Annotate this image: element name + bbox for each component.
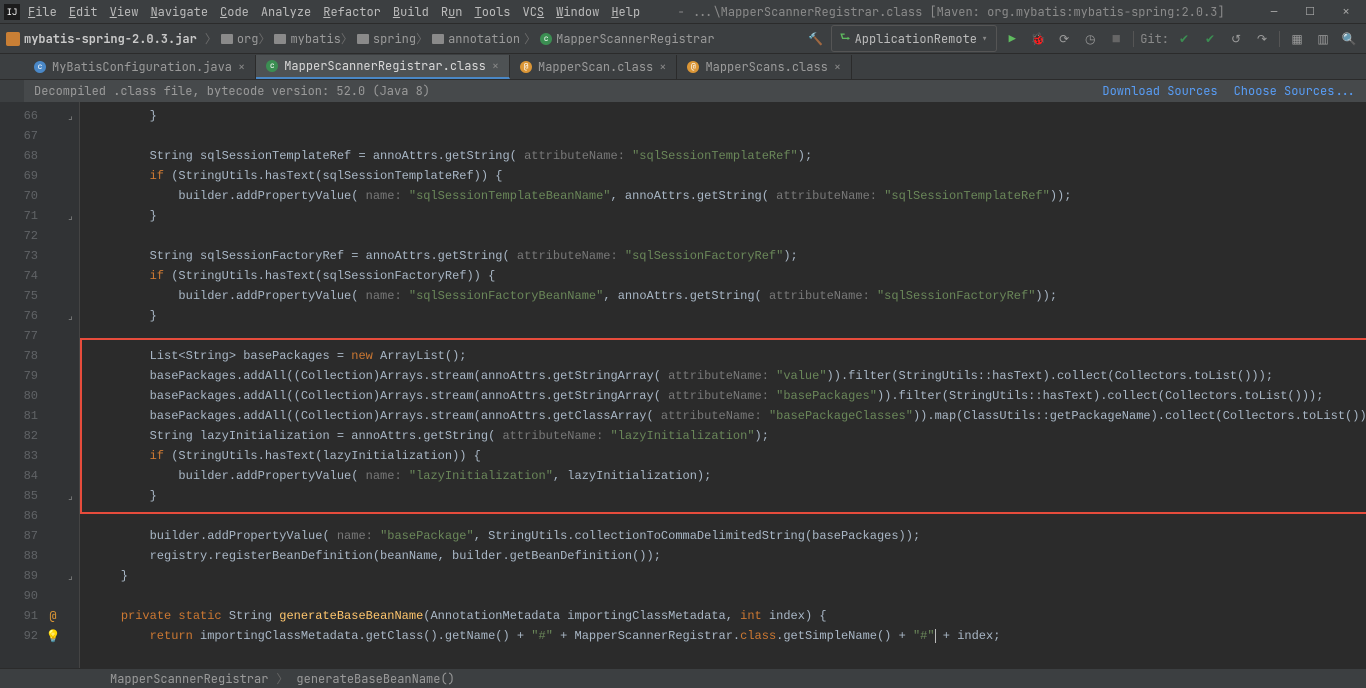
breadcrumb-jar[interactable]: mybatis-spring-2.0.3.jar xyxy=(24,31,197,47)
chevron-down-icon: ▾ xyxy=(981,31,988,47)
download-sources-link[interactable]: Download Sources xyxy=(1102,83,1217,99)
tab-close-icon[interactable]: × xyxy=(834,59,841,75)
window-minimize-icon[interactable]: — xyxy=(1258,5,1290,19)
menu-tools[interactable]: Tools xyxy=(471,2,515,22)
folder-icon xyxy=(432,34,444,44)
menu-bar: IJ File Edit View Navigate Code Analyze … xyxy=(0,0,1366,24)
coverage-icon[interactable]: ⟳ xyxy=(1053,31,1075,47)
vcs-update-icon[interactable]: ✔ xyxy=(1173,31,1195,47)
debug-icon[interactable]: 🐞 xyxy=(1027,31,1049,47)
line-number-gutter[interactable]: 6667686970717273747576777879808182838485… xyxy=(0,102,44,668)
menu-navigate[interactable]: Navigate xyxy=(146,2,212,22)
code-editor[interactable]: 6667686970717273747576777879808182838485… xyxy=(0,102,1366,668)
choose-sources-link[interactable]: Choose Sources... xyxy=(1234,83,1356,99)
search-icon[interactable]: 🔍 xyxy=(1338,31,1360,47)
editor-tab[interactable]: c MapperScannerRegistrar.class × xyxy=(256,55,510,79)
profile-icon[interactable]: ◷ xyxy=(1079,31,1101,47)
code-area[interactable]: } String sqlSessionTemplateRef = annoAtt… xyxy=(80,102,1366,668)
annotation-icon: @ xyxy=(520,61,532,73)
class-icon: c xyxy=(34,61,46,73)
menu-file[interactable]: File xyxy=(24,2,61,22)
menu-help[interactable]: Help xyxy=(607,2,644,22)
navigation-bar: mybatis-spring-2.0.3.jar 〉org〉mybatis〉sp… xyxy=(0,24,1366,54)
intention-bulb-icon[interactable]: 💡 xyxy=(46,628,61,644)
menu-window[interactable]: Window xyxy=(552,2,603,22)
tab-label: MyBatisConfiguration.java xyxy=(52,59,232,75)
status-bar: MapperScannerRegistrar 〉 generateBaseBea… xyxy=(0,668,1366,688)
tab-label: MapperScan.class xyxy=(538,59,653,75)
menu-code[interactable]: Code xyxy=(216,2,253,22)
jar-icon xyxy=(6,32,20,46)
window-close-icon[interactable]: ✕ xyxy=(1330,5,1362,19)
run-icon[interactable]: ▶ xyxy=(1001,31,1023,47)
class-icon: c xyxy=(540,33,552,45)
folder-icon xyxy=(221,34,233,44)
breadcrumb-segment[interactable]: spring xyxy=(373,31,416,47)
tab-close-icon[interactable]: × xyxy=(492,58,499,74)
app-logo: IJ xyxy=(4,4,20,20)
breadcrumb-segment[interactable]: org xyxy=(237,31,259,47)
decompiled-banner: Decompiled .class file, bytecode version… xyxy=(24,80,1366,102)
selection-highlight xyxy=(80,338,1366,514)
annotation-icon: @ xyxy=(687,61,699,73)
vcs-history-icon[interactable]: ↺ xyxy=(1225,31,1247,47)
settings-icon[interactable]: ▦ xyxy=(1286,31,1308,47)
editor-tabs: c MyBatisConfiguration.java × c MapperScanne… xyxy=(0,54,1366,80)
run-configuration-dropdown[interactable]: ⮑ ApplicationRemote ▾ xyxy=(831,25,997,52)
editor-tab[interactable]: @ MapperScan.class × xyxy=(510,55,677,79)
breadcrumb-segment[interactable]: mybatis xyxy=(290,31,340,47)
tab-label: MapperScannerRegistrar.class xyxy=(284,58,486,74)
banner-text: Decompiled .class file, bytecode version… xyxy=(34,83,430,99)
vcs-commit-icon[interactable]: ✔ xyxy=(1199,31,1221,47)
tab-close-icon[interactable]: × xyxy=(659,59,666,75)
build-hammer-icon[interactable]: 🔨 xyxy=(805,31,827,47)
menu-analyze[interactable]: Analyze xyxy=(257,2,315,22)
stop-icon[interactable]: ■ xyxy=(1105,31,1127,47)
class-icon: c xyxy=(266,60,278,72)
window-title: - ...\MapperScannerRegistrar.class [Mave… xyxy=(648,4,1254,20)
menu-build[interactable]: Build xyxy=(389,2,433,22)
window-maximize-icon[interactable]: ☐ xyxy=(1294,5,1326,19)
tab-close-icon[interactable]: × xyxy=(238,59,245,75)
menu-view[interactable]: View xyxy=(106,2,143,22)
project-struct-icon[interactable]: ▥ xyxy=(1312,31,1334,47)
status-class[interactable]: MapperScannerRegistrar xyxy=(110,671,268,687)
menu-edit[interactable]: Edit xyxy=(65,2,102,22)
breadcrumb-leaf[interactable]: MapperScannerRegistrar xyxy=(556,31,714,47)
tab-label: MapperScans.class xyxy=(705,59,827,75)
menu-run[interactable]: Run xyxy=(437,2,467,22)
run-config-label: ApplicationRemote xyxy=(855,31,977,47)
menu-refactor[interactable]: Refactor xyxy=(319,2,385,22)
status-method[interactable]: generateBaseBeanName() xyxy=(296,671,454,687)
folder-icon xyxy=(357,34,369,44)
editor-tab[interactable]: c MyBatisConfiguration.java × xyxy=(24,55,256,79)
vcs-revert-icon[interactable]: ↷ xyxy=(1251,31,1273,47)
git-label: Git: xyxy=(1140,31,1169,47)
breadcrumb-segment[interactable]: annotation xyxy=(448,31,520,47)
menu-vcs[interactable]: VCS xyxy=(519,2,549,22)
folder-icon xyxy=(274,34,286,44)
editor-tab[interactable]: @ MapperScans.class × xyxy=(677,55,852,79)
icon-gutter[interactable]: @💡 xyxy=(44,102,62,668)
override-icon[interactable]: @ xyxy=(49,608,56,624)
fold-gutter[interactable]: ⌟ ⌟ ⌟ ⌟ ⌟ xyxy=(62,102,80,668)
